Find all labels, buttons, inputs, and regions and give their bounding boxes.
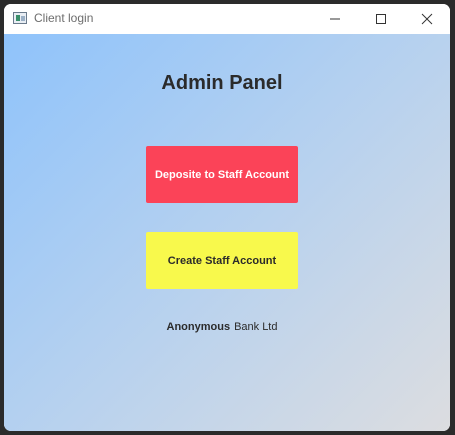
app-window-icon	[13, 12, 27, 24]
admin-panel-content: Admin Panel Deposite to Staff Account Cr…	[4, 34, 450, 431]
deposit-to-staff-account-button[interactable]: Deposite to Staff Account	[146, 146, 298, 203]
title-bar[interactable]: Client login	[4, 4, 450, 34]
minimize-button[interactable]	[312, 4, 358, 34]
maximize-icon	[376, 14, 386, 24]
footer-brand-plain: Bank Ltd	[234, 321, 278, 333]
footer-brand-bold: Anonymous	[166, 321, 231, 333]
maximize-button[interactable]	[358, 4, 404, 34]
create-staff-account-button[interactable]: Create Staff Account	[146, 232, 298, 289]
close-button[interactable]	[404, 4, 450, 34]
app-window: Client login Admin Panel Deposite to Sta…	[4, 4, 450, 431]
window-title: Client login	[34, 11, 94, 25]
minimize-icon	[330, 18, 340, 20]
close-icon	[421, 13, 433, 25]
page-title: Admin Panel	[161, 72, 283, 94]
footer-brand: Anonymous Bank Ltd	[4, 321, 440, 333]
